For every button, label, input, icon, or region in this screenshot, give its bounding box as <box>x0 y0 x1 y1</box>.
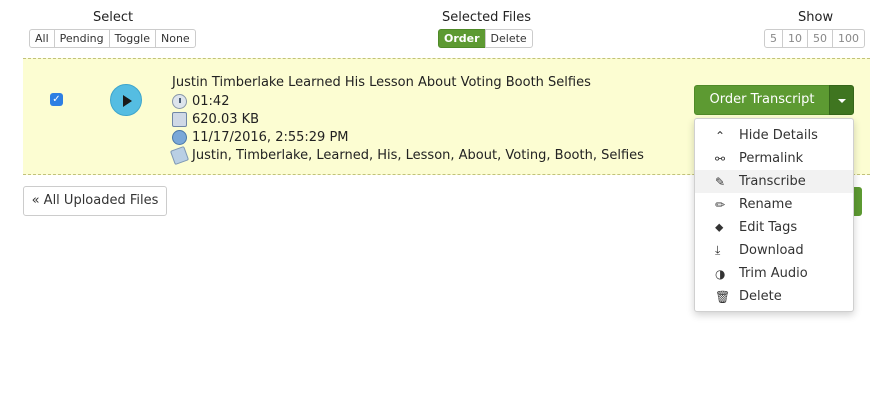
all-uploaded-files-button[interactable]: « All Uploaded Files <box>23 186 167 216</box>
show-50-button[interactable]: 50 <box>807 29 833 48</box>
select-group-title: Select <box>93 10 134 25</box>
file-actions-menu: ⌃ Hide Details ⚯ Permalink ✎ Transcribe … <box>694 118 854 312</box>
calendar-icon <box>172 130 187 145</box>
file-size-row: 620.03 KB <box>172 112 259 127</box>
tag-icon <box>169 145 190 166</box>
menu-item-trim-audio[interactable]: ◑ Trim Audio <box>695 262 853 285</box>
file-duration-row: 01:42 <box>172 94 229 109</box>
menu-item-transcribe[interactable]: ✎ Transcribe <box>695 170 853 193</box>
select-pending-button[interactable]: Pending <box>53 29 110 48</box>
chevron-up-icon: ⌃ <box>715 128 726 143</box>
menu-item-permalink[interactable]: ⚯ Permalink <box>695 147 853 170</box>
menu-item-edit-tags[interactable]: ⬥ Edit Tags <box>695 216 853 239</box>
menu-item-label: Download <box>739 243 804 258</box>
file-size: 620.03 KB <box>192 112 260 127</box>
play-icon <box>123 95 132 107</box>
menu-item-label: Trim Audio <box>739 266 808 281</box>
menu-item-hide-details[interactable]: ⌃ Hide Details <box>695 124 853 147</box>
file-select-checkbox[interactable]: ✓ <box>50 93 63 106</box>
file-tags-row: Justin, Timberlake, Learned, His, Lesson… <box>169 145 644 166</box>
show-5-button[interactable]: 5 <box>764 29 783 48</box>
selected-files-button-group: Order Delete <box>438 29 533 48</box>
order-dropdown-toggle[interactable] <box>829 85 854 115</box>
menu-item-delete[interactable]: 🗑 Delete <box>695 285 853 308</box>
half-circle-icon: ◑ <box>715 266 726 281</box>
select-toggle-button[interactable]: Toggle <box>108 29 156 48</box>
link-icon: ⚯ <box>715 151 726 166</box>
order-selected-button[interactable]: Order <box>438 29 486 48</box>
menu-item-label: Transcribe <box>739 174 806 189</box>
menu-item-label: Permalink <box>739 151 804 166</box>
menu-item-label: Edit Tags <box>739 220 798 235</box>
clock-icon <box>172 94 187 109</box>
trash-icon: 🗑 <box>715 289 731 304</box>
menu-item-label: Rename <box>739 197 793 212</box>
menu-item-rename[interactable]: ✏ Rename <box>695 193 853 216</box>
tag-icon: ⬥ <box>715 220 724 234</box>
file-title: Justin Timberlake Learned His Lesson Abo… <box>172 75 591 90</box>
show-button-group: 5 10 50 100 <box>764 29 865 48</box>
download-icon: ⤓ <box>715 243 721 257</box>
file-date: 11/17/2016, 2:55:29 PM <box>192 130 349 145</box>
edit-icon: ✎ <box>715 174 726 189</box>
file-date-row: 11/17/2016, 2:55:29 PM <box>172 130 349 145</box>
select-all-button[interactable]: All <box>29 29 55 48</box>
menu-item-label: Delete <box>739 289 782 304</box>
menu-item-download[interactable]: ⤓ Download <box>695 239 853 262</box>
select-button-group: All Pending Toggle None <box>29 29 196 48</box>
order-transcript-button[interactable]: Order Transcript <box>694 85 830 115</box>
caret-down-icon <box>838 99 846 103</box>
file-size-icon <box>172 112 187 127</box>
menu-item-label: Hide Details <box>739 128 818 143</box>
select-none-button[interactable]: None <box>155 29 196 48</box>
show-title: Show <box>798 10 834 25</box>
selected-files-title: Selected Files <box>442 10 532 25</box>
show-100-button[interactable]: 100 <box>832 29 865 48</box>
delete-selected-button[interactable]: Delete <box>484 29 533 48</box>
pencil-icon: ✏ <box>715 197 726 212</box>
file-tags: Justin, Timberlake, Learned, His, Lesson… <box>192 148 644 163</box>
play-button[interactable] <box>110 84 142 116</box>
file-duration: 01:42 <box>192 94 230 109</box>
show-10-button[interactable]: 10 <box>782 29 808 48</box>
